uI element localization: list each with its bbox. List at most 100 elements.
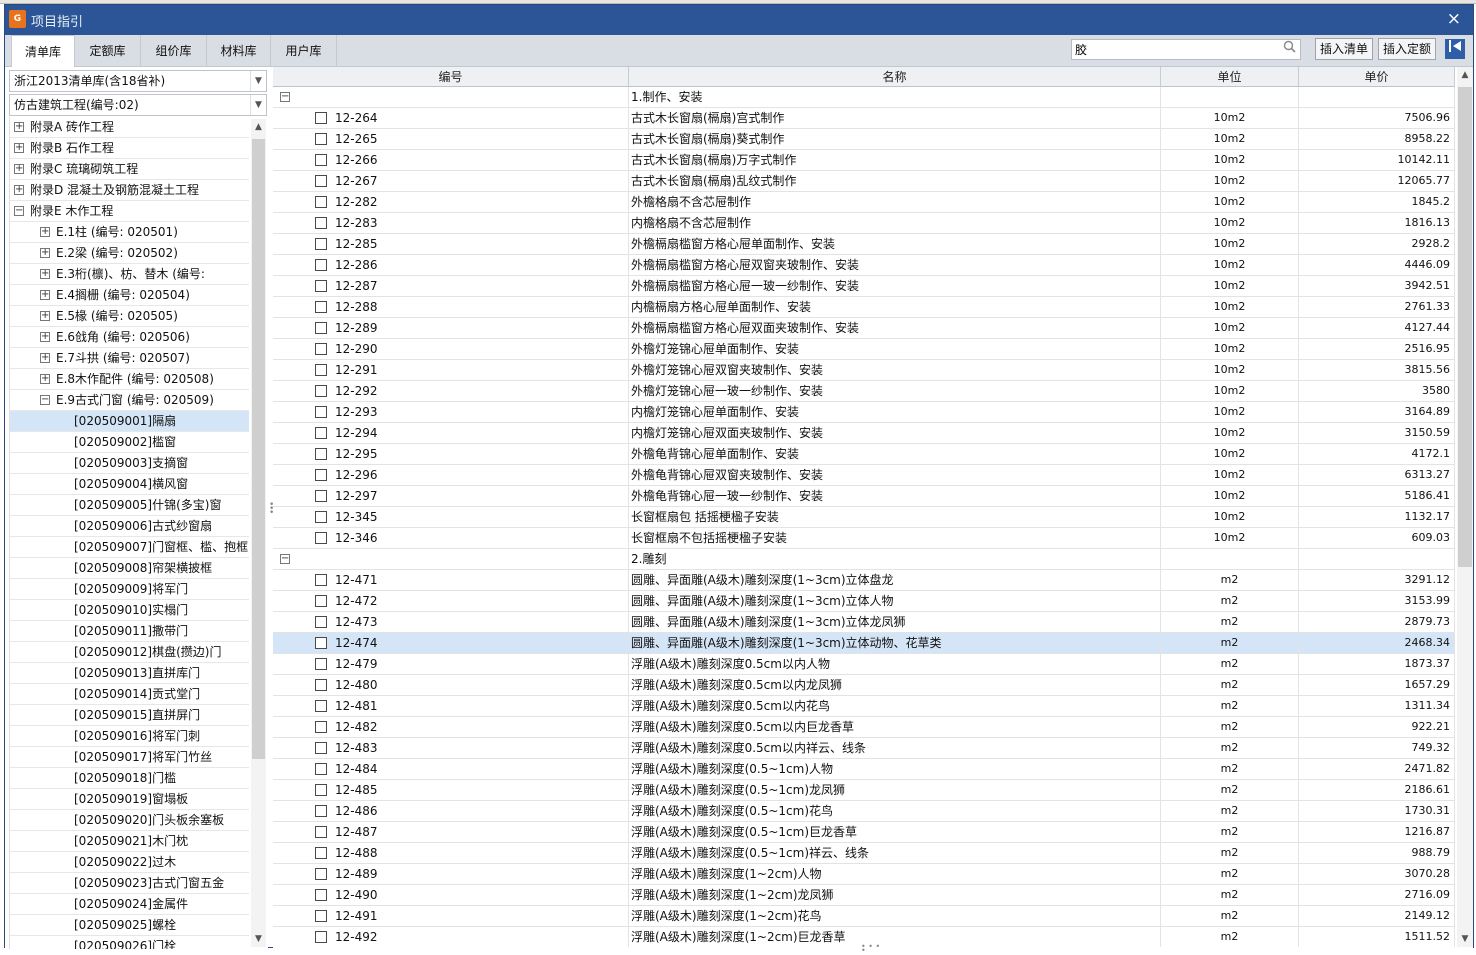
collapse-icon[interactable]: − <box>280 554 290 564</box>
tree-item[interactable]: + E.5椽 (编号: 020505) <box>10 306 249 327</box>
row-checkbox[interactable] <box>315 469 327 481</box>
grid-scrollbar[interactable]: ▲ ▼ <box>1457 67 1473 947</box>
tree-item[interactable]: [020509026]门栓 <box>10 936 249 949</box>
tree-item[interactable]: [020509003]支摘窗 <box>10 453 249 474</box>
table-row[interactable]: 12-267 古式木长窗扇(槅扇)乱纹式制作 10m2 12065.77 <box>273 171 1455 192</box>
expand-icon[interactable]: + <box>40 290 50 300</box>
row-checkbox[interactable] <box>315 742 327 754</box>
table-row[interactable]: 12-297 外檐龟背锦心屉一玻一纱制作、安装 10m2 5186.41 <box>273 486 1455 507</box>
table-row[interactable]: 12-265 古式木长窗扇(槅扇)葵式制作 10m2 8958.22 <box>273 129 1455 150</box>
close-button[interactable]: × <box>1447 9 1461 29</box>
row-checkbox[interactable] <box>315 196 327 208</box>
table-row[interactable]: 12-473 圆雕、异面雕(A级木)雕刻深度(1~3cm)立体龙凤狮 m2 2879.… <box>273 612 1455 633</box>
table-row[interactable]: 12-289 外檐槅扇槛窗方格心屉双面夹玻制作、安装 10m2 4127.44 <box>273 318 1455 339</box>
table-row[interactable]: 12-489 浮雕(A级木)雕刻深度(1~2cm)人物 m2 3070.28 <box>273 864 1455 885</box>
table-row[interactable]: 12-481 浮雕(A级木)雕刻深度0.5cm以内花鸟 m2 1311.34 <box>273 696 1455 717</box>
tab-quota-library[interactable]: 定额库 <box>75 35 141 67</box>
tree-item[interactable]: [020509007]门窗框、槛、抱框 <box>10 537 249 558</box>
tree-item[interactable]: [020509011]撒带门 <box>10 621 249 642</box>
row-checkbox[interactable] <box>315 595 327 607</box>
expand-icon[interactable]: + <box>14 122 24 132</box>
tree-item[interactable]: + E.1柱 (编号: 020501) <box>10 222 249 243</box>
table-row[interactable]: 12-480 浮雕(A级木)雕刻深度0.5cm以内龙凤狮 m2 1657.29 <box>273 675 1455 696</box>
table-row[interactable]: 12-482 浮雕(A级木)雕刻深度0.5cm以内巨龙香草 m2 922.21 <box>273 717 1455 738</box>
scroll-down-icon[interactable]: ▼ <box>251 931 266 947</box>
row-checkbox[interactable] <box>315 490 327 502</box>
table-row[interactable]: 12-484 浮雕(A级木)雕刻深度(0.5~1cm)人物 m2 2471.82 <box>273 759 1455 780</box>
tree-item[interactable]: [020509017]将军门竹丝 <box>10 747 249 768</box>
row-checkbox[interactable] <box>315 448 327 460</box>
table-row[interactable]: 12-472 圆雕、异面雕(A级木)雕刻深度(1~3cm)立体人物 m2 3153.9… <box>273 591 1455 612</box>
tree-item[interactable]: + 附录B 石作工程 <box>10 138 249 159</box>
table-row[interactable]: 12-291 外檐灯笼锦心屉双窗夹玻制作、安装 10m2 3815.56 <box>273 360 1455 381</box>
tree-item[interactable]: [020509021]木门枕 <box>10 831 249 852</box>
table-row[interactable]: 12-488 浮雕(A级木)雕刻深度(0.5~1cm)祥云、线条 m2 988.79 <box>273 843 1455 864</box>
table-row[interactable]: 12-290 外檐灯笼锦心屉单面制作、安装 10m2 2516.95 <box>273 339 1455 360</box>
row-checkbox[interactable] <box>315 112 327 124</box>
table-row[interactable]: 12-293 内檐灯笼锦心屉单面制作、安装 10m2 3164.89 <box>273 402 1455 423</box>
row-checkbox[interactable] <box>315 616 327 628</box>
row-checkbox[interactable] <box>315 175 327 187</box>
tree-item[interactable]: + E.3桁(檩)、枋、替木 (编号: <box>10 264 249 285</box>
horizontal-splitter[interactable]: • • • • <box>861 943 883 955</box>
row-checkbox[interactable] <box>315 385 327 397</box>
tree-item[interactable]: [020509018]门槛 <box>10 768 249 789</box>
table-row[interactable]: 12-296 外檐龟背锦心屉双窗夹玻制作、安装 10m2 6313.27 <box>273 465 1455 486</box>
row-checkbox[interactable] <box>315 154 327 166</box>
row-checkbox[interactable] <box>315 700 327 712</box>
chevron-down-icon[interactable]: ▼ <box>250 71 266 91</box>
tree-item[interactable]: + E.2梁 (编号: 020502) <box>10 243 249 264</box>
table-row[interactable]: 12-295 外檐龟背锦心屉单面制作、安装 10m2 4172.1 <box>273 444 1455 465</box>
column-header-name[interactable]: 名称 <box>629 67 1161 87</box>
tab-user-library[interactable]: 用户库 <box>271 35 337 67</box>
chevron-down-icon[interactable]: ▼ <box>250 95 266 115</box>
tree-item[interactable]: + 附录C 琉璃砌筑工程 <box>10 159 249 180</box>
tree-item[interactable]: [020509001]隔扇 <box>10 411 249 432</box>
scroll-up-icon[interactable]: ▲ <box>1457 67 1473 83</box>
tab-bill-library[interactable]: 清单库 <box>11 35 75 67</box>
tree-item[interactable]: − E.9古式门窗 (编号: 020509) <box>10 390 249 411</box>
table-row[interactable]: 12-471 圆雕、异面雕(A级木)雕刻深度(1~3cm)立体盘龙 m2 3291.1… <box>273 570 1455 591</box>
table-row[interactable]: 12-479 浮雕(A级木)雕刻深度0.5cm以内人物 m2 1873.37 <box>273 654 1455 675</box>
tree-item[interactable]: + 附录A 砖作工程 <box>10 117 249 138</box>
expand-icon[interactable]: + <box>40 227 50 237</box>
row-checkbox[interactable] <box>315 931 327 943</box>
table-row[interactable]: 12-264 古式木长窗扇(槅扇)宫式制作 10m2 7506.96 <box>273 108 1455 129</box>
group-row[interactable]: − 1.制作、安装 <box>273 87 1455 108</box>
row-checkbox[interactable] <box>315 238 327 250</box>
expand-icon[interactable]: + <box>14 164 24 174</box>
tab-pricing-library[interactable]: 组价库 <box>141 35 207 67</box>
table-row[interactable]: 12-487 浮雕(A级木)雕刻深度(0.5~1cm)巨龙香草 m2 1216.87 <box>273 822 1455 843</box>
tree-item[interactable]: + E.6戗角 (编号: 020506) <box>10 327 249 348</box>
table-row[interactable]: 12-292 外檐灯笼锦心屉一玻一纱制作、安装 10m2 3580 <box>273 381 1455 402</box>
scrollbar-thumb[interactable] <box>252 139 265 759</box>
tree-item[interactable]: − 附录E 木作工程 <box>10 201 249 222</box>
tree-item[interactable]: [020509014]贡式堂门 <box>10 684 249 705</box>
tree-item[interactable]: [020509023]古式门窗五金 <box>10 873 249 894</box>
tree-item[interactable]: [020509024]金属件 <box>10 894 249 915</box>
table-row[interactable]: 12-483 浮雕(A级木)雕刻深度0.5cm以内祥云、线条 m2 749.32 <box>273 738 1455 759</box>
tree-item[interactable]: [020509010]实榻门 <box>10 600 249 621</box>
table-row[interactable]: 12-485 浮雕(A级木)雕刻深度(0.5~1cm)龙凤狮 m2 2186.61 <box>273 780 1455 801</box>
row-checkbox[interactable] <box>315 364 327 376</box>
table-row[interactable]: 12-282 外檐格扇不含芯屉制作 10m2 1845.2 <box>273 192 1455 213</box>
expand-icon[interactable]: + <box>14 143 24 153</box>
tree-item[interactable]: [020509020]门头板余塞板 <box>10 810 249 831</box>
row-checkbox[interactable] <box>315 868 327 880</box>
column-header-unit[interactable]: 单位 <box>1161 67 1299 87</box>
row-checkbox[interactable] <box>315 679 327 691</box>
table-row[interactable]: 12-285 外檐槅扇槛窗方格心屉单面制作、安装 10m2 2928.2 <box>273 234 1455 255</box>
project-select[interactable]: 仿古建筑工程(编号:02) ▼ <box>9 94 267 116</box>
collapse-icon[interactable]: − <box>40 395 50 405</box>
table-row[interactable]: 12-345 长窗框扇包 括摇梗楹子安装 10m2 1132.17 <box>273 507 1455 528</box>
table-row[interactable]: 12-490 浮雕(A级木)雕刻深度(1~2cm)龙凤狮 m2 2716.09 <box>273 885 1455 906</box>
tree-item[interactable]: [020509004]横风窗 <box>10 474 249 495</box>
row-checkbox[interactable] <box>315 910 327 922</box>
table-row[interactable]: 12-287 外檐槅扇槛窗方格心屉一玻一纱制作、安装 10m2 3942.51 <box>273 276 1455 297</box>
table-row[interactable]: 12-283 内檐格扇不含芯屉制作 10m2 1816.13 <box>273 213 1455 234</box>
row-checkbox[interactable] <box>315 406 327 418</box>
expand-icon[interactable]: + <box>40 353 50 363</box>
tree-scrollbar[interactable]: ▲ ▼ <box>251 119 266 947</box>
table-row[interactable]: 12-486 浮雕(A级木)雕刻深度(0.5~1cm)花鸟 m2 1730.31 <box>273 801 1455 822</box>
tree-item[interactable]: [020509016]将军门刺 <box>10 726 249 747</box>
